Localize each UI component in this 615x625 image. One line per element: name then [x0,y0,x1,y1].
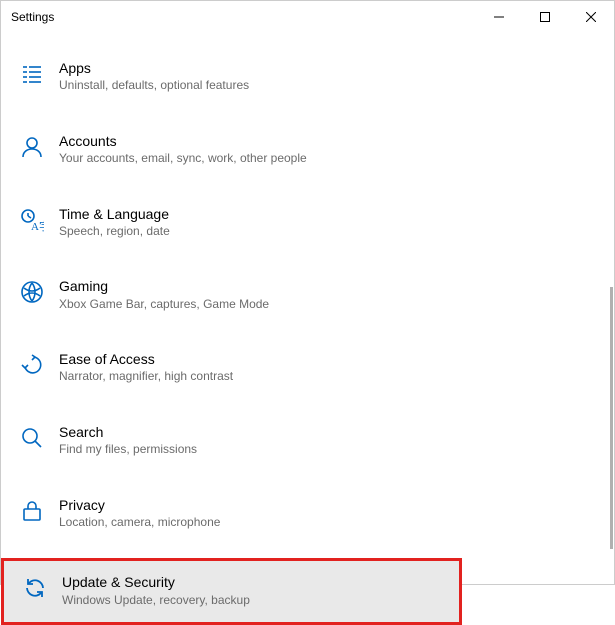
item-title: Accounts [59,132,307,150]
settings-item-search[interactable]: Search Find my files, permissions [1,413,614,468]
time-language-icon: A字 [19,207,45,233]
window-title: Settings [11,10,476,24]
item-desc: Location, camera, microphone [59,515,220,531]
item-desc: Speech, region, date [59,224,170,240]
apps-icon [19,61,45,87]
settings-item-accounts[interactable]: Accounts Your accounts, email, sync, wor… [1,122,614,177]
settings-item-apps[interactable]: Apps Uninstall, defaults, optional featu… [1,49,614,104]
ease-of-access-icon [19,352,45,378]
settings-item-gaming[interactable]: Gaming Xbox Game Bar, captures, Game Mod… [1,267,614,322]
settings-item-update-security[interactable]: Update & Security Windows Update, recove… [1,558,462,625]
item-title: Gaming [59,277,269,295]
item-desc: Uninstall, defaults, optional features [59,78,249,94]
item-desc: Narrator, magnifier, high contrast [59,369,233,385]
settings-item-time-language[interactable]: A字 Time & Language Speech, region, date [1,195,614,250]
gaming-icon [19,279,45,305]
update-security-icon [22,575,48,601]
close-button[interactable] [568,1,614,33]
item-title: Privacy [59,496,220,514]
item-title: Time & Language [59,205,170,223]
accounts-icon [19,134,45,160]
window-controls [476,1,614,33]
maximize-button[interactable] [522,1,568,33]
item-desc: Windows Update, recovery, backup [62,593,250,609]
minimize-button[interactable] [476,1,522,33]
item-desc: Find my files, permissions [59,442,197,458]
item-title: Apps [59,59,249,77]
settings-item-privacy[interactable]: Privacy Location, camera, microphone [1,486,614,541]
item-desc: Xbox Game Bar, captures, Game Mode [59,297,269,313]
settings-list: Apps Uninstall, defaults, optional featu… [1,33,614,625]
item-title: Search [59,423,197,441]
svg-text:A字: A字 [31,219,44,232]
scrollbar[interactable] [610,287,613,549]
item-title: Update & Security [62,573,250,591]
settings-item-ease-of-access[interactable]: Ease of Access Narrator, magnifier, high… [1,340,614,395]
privacy-icon [19,498,45,524]
search-icon [19,425,45,451]
item-title: Ease of Access [59,350,233,368]
item-desc: Your accounts, email, sync, work, other … [59,151,307,167]
titlebar: Settings [1,1,614,33]
